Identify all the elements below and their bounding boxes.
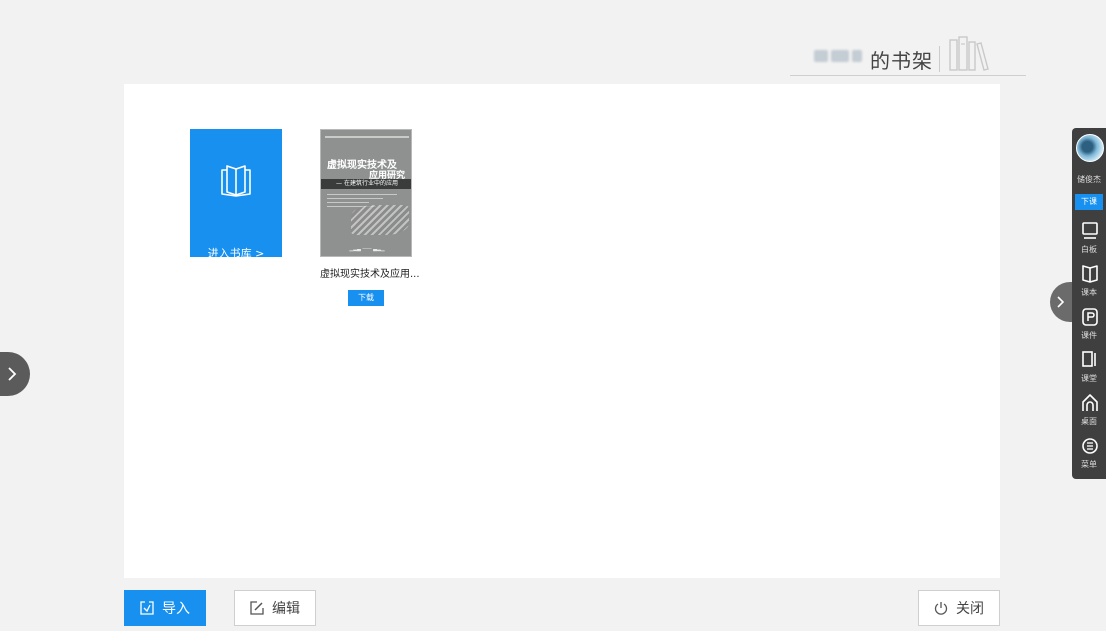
tool-textbook[interactable]: 课本 [1072, 263, 1106, 303]
book-title[interactable]: 虚拟现实技术及应用... [320, 265, 420, 280]
close-label: 关闭 [956, 601, 984, 617]
whiteboard-icon [1082, 222, 1098, 239]
open-book-icon [221, 165, 251, 197]
left-drawer-toggle[interactable] [0, 352, 30, 396]
book-item: 虚拟现实技术及 应用研究 — 在建筑行业中的应用 ▁▂▃ ─── ▃▂▁ 虚拟现… [320, 129, 420, 306]
tool-label: 菜单 [1081, 460, 1097, 469]
classroom-toolbar: 储俊杰 下课 白板 课本 课件 课堂 桌面 菜单 [1072, 128, 1106, 479]
tool-desktop[interactable]: 桌面 [1072, 392, 1106, 432]
enter-library-button[interactable]: 进入书库 > [190, 129, 282, 260]
chevron-right-icon [8, 367, 17, 381]
tool-courseware[interactable]: 课件 [1072, 306, 1106, 346]
bookshelf-logo-icon [949, 36, 989, 71]
tool-label: 白板 [1081, 245, 1097, 254]
bookshelf-panel: 进入书库 > 虚拟现实技术及 应用研究 — 在建筑行业中的应用 ▁▂▃ ─── … [124, 84, 1000, 578]
tool-label: 课本 [1081, 288, 1097, 297]
edit-button[interactable]: 编辑 [234, 590, 316, 626]
classroom-icon [1082, 351, 1096, 367]
import-button[interactable]: 导入 [124, 590, 206, 626]
tool-classroom[interactable]: 课堂 [1072, 349, 1106, 389]
header-divider [939, 46, 940, 72]
edit-label: 编辑 [272, 601, 300, 617]
cover-rule [325, 136, 409, 138]
tool-label: 课堂 [1081, 374, 1097, 383]
enter-library-label: 进入书库 > [207, 247, 265, 260]
edit-icon [250, 601, 264, 615]
bookshelf-header: 的书架 [790, 36, 1026, 76]
owner-name-blurred [814, 50, 862, 64]
download-button[interactable]: 下载 [348, 290, 384, 306]
cover-publisher-mark: ▁▂▃ ─── ▃▂▁ [349, 246, 385, 252]
tool-whiteboard[interactable]: 白板 [1072, 220, 1106, 260]
tool-label: 课件 [1081, 331, 1097, 340]
end-class-button[interactable]: 下课 [1075, 194, 1103, 210]
cover-image [351, 205, 409, 235]
header-underline [790, 75, 1026, 76]
desktop-home-icon [1082, 394, 1098, 411]
book-cover[interactable]: 虚拟现实技术及 应用研究 — 在建筑行业中的应用 ▁▂▃ ─── ▃▂▁ [320, 129, 412, 257]
user-name: 储俊杰 [1077, 175, 1101, 184]
import-label: 导入 [162, 601, 190, 617]
chevron-right-icon [1057, 296, 1065, 308]
cover-subtitle: — 在建筑行业中的应用 [336, 180, 398, 187]
import-icon [140, 601, 154, 615]
menu-icon [1082, 438, 1098, 454]
tool-label: 桌面 [1081, 417, 1097, 426]
textbook-icon [1082, 265, 1098, 283]
power-icon [934, 602, 948, 615]
courseware-icon [1082, 308, 1098, 326]
close-button[interactable]: 关闭 [918, 590, 1000, 626]
avatar[interactable] [1076, 134, 1104, 162]
tool-menu[interactable]: 菜单 [1072, 435, 1106, 475]
page-title: 的书架 [870, 49, 933, 73]
